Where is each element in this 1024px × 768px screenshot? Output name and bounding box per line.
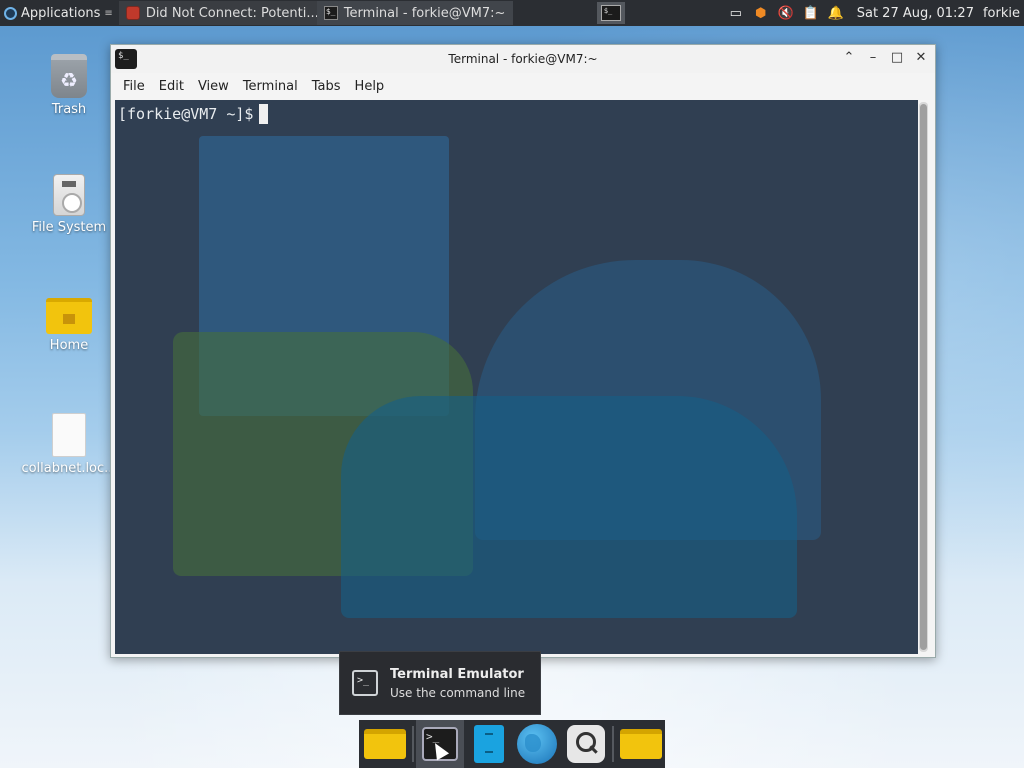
dock-search-launcher[interactable]	[562, 720, 611, 768]
terminal-window[interactable]: $_ Terminal - forkie@VM7:~ ⌃ – □ ✕ File …	[110, 44, 936, 658]
desktop-icon-trash[interactable]: Trash	[19, 54, 119, 117]
taskbar-browser-window[interactable]: Did Not Connect: Potenti...	[118, 1, 317, 25]
dock-file-manager-launcher[interactable]	[464, 720, 513, 768]
applications-logo-icon	[4, 6, 17, 20]
shade-button[interactable]: ⌃	[841, 49, 857, 67]
applications-label: Applications	[21, 5, 101, 21]
search-icon	[567, 725, 606, 763]
system-tray: ▭ ⬢ 🔇 📋 🔔 Sat 27 Aug, 01:27 forkie	[728, 0, 1024, 26]
clock[interactable]: Sat 27 Aug, 01:27	[857, 6, 974, 21]
package-update-icon[interactable]: ⬢	[753, 5, 769, 21]
workspace-switcher[interactable]: $_	[596, 2, 625, 24]
terminal-icon: >_	[352, 670, 378, 696]
menu-edit[interactable]: Edit	[152, 79, 191, 94]
desktop-icon-label: Trash	[51, 102, 87, 117]
dock-folder-launcher[interactable]	[616, 720, 665, 768]
terminal-icon: $_	[323, 6, 338, 20]
scrollbar-thumb[interactable]	[920, 104, 927, 650]
file-icon	[52, 413, 86, 457]
prompt-text: [forkie@VM7 ~]$	[118, 105, 254, 123]
tooltip-title: Terminal Emulator	[390, 666, 524, 682]
clipboard-icon[interactable]: 📋	[803, 5, 819, 21]
folder-icon	[364, 729, 407, 759]
display-icon[interactable]: ▭	[728, 5, 744, 21]
folder-icon	[619, 729, 662, 759]
trash-icon	[51, 54, 87, 98]
workspace-terminal-icon: $_	[600, 5, 621, 21]
desktop-icon-label: collabnet.loc...	[21, 461, 117, 476]
wallpaper-shape	[341, 396, 797, 618]
menu-bar: File Edit View Terminal Tabs Help	[111, 73, 935, 99]
dock: >_	[359, 720, 665, 768]
dock-separator	[411, 726, 414, 762]
taskbar-terminal-title: Terminal - forkie@VM7:~	[343, 5, 506, 21]
minimize-button[interactable]: –	[865, 49, 881, 67]
window-titlebar[interactable]: $_ Terminal - forkie@VM7:~ ⌃ – □ ✕	[111, 45, 935, 73]
dock-separator	[612, 726, 615, 762]
desktop-icon-collabnet[interactable]: collabnet.loc...	[19, 413, 119, 476]
applications-menu[interactable]: Applications ≡	[0, 0, 117, 26]
menu-file[interactable]: File	[116, 79, 152, 94]
home-folder-icon	[46, 298, 92, 334]
maximize-button[interactable]: □	[889, 49, 905, 67]
desktop-icon-file-system[interactable]: File System	[19, 174, 119, 235]
window-title: Terminal - forkie@VM7:~	[448, 52, 598, 66]
desktop-icon-home[interactable]: Home	[19, 298, 119, 353]
desktop-icon-label: Home	[49, 338, 89, 353]
web-browser-icon	[517, 724, 558, 764]
top-panel: Applications ≡ Did Not Connect: Potenti.…	[0, 0, 1024, 26]
desktop-icon-label: File System	[31, 220, 107, 235]
text-cursor	[259, 104, 269, 124]
menu-view[interactable]: View	[191, 79, 236, 94]
menu-help[interactable]: Help	[348, 79, 392, 94]
scrollbar[interactable]	[919, 102, 928, 652]
notification-bell-icon[interactable]: 🔔	[828, 5, 844, 21]
terminal-icon: $_	[115, 49, 137, 69]
menu-terminal[interactable]: Terminal	[236, 79, 305, 94]
dock-tooltip: >_ Terminal Emulator Use the command lin…	[339, 651, 541, 715]
user-menu[interactable]: forkie	[983, 6, 1020, 21]
drive-icon	[53, 174, 85, 216]
window-controls: ⌃ – □ ✕	[841, 49, 929, 67]
volume-muted-icon[interactable]: 🔇	[778, 5, 794, 21]
shell-prompt: [forkie@VM7 ~]$	[118, 104, 269, 124]
file-manager-icon	[473, 725, 504, 763]
menu-arrow-icon: ≡	[104, 7, 113, 19]
tooltip-subtitle: Use the command line	[390, 685, 526, 700]
taskbar-terminal-window[interactable]: $_ Terminal - forkie@VM7:~	[316, 1, 513, 25]
browser-icon	[125, 6, 140, 20]
close-button[interactable]: ✕	[913, 49, 929, 67]
menu-tabs[interactable]: Tabs	[305, 79, 348, 94]
taskbar-browser-title: Did Not Connect: Potenti...	[145, 5, 317, 21]
dock-web-browser-launcher[interactable]	[513, 720, 562, 768]
dock-folder-launcher[interactable]	[361, 720, 410, 768]
terminal-output[interactable]: [forkie@VM7 ~]$	[115, 100, 918, 654]
